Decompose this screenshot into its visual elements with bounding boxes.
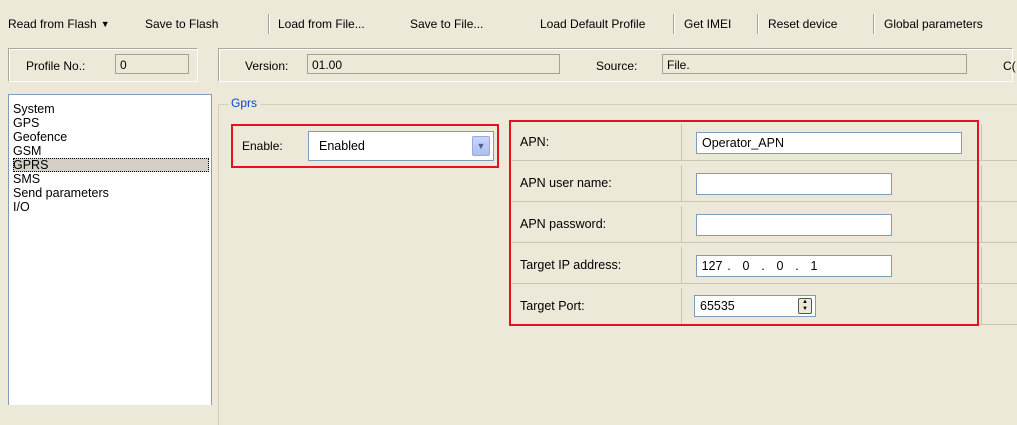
nav-item-gprs[interactable]: GPRS bbox=[13, 158, 209, 172]
profile-info-bar: Profile No.: 0 Version: 01.00 Source: Fi… bbox=[0, 44, 1017, 86]
toolbar: Read from Flash ▼ Save to Flash Load from… bbox=[0, 0, 1017, 45]
toolbar-separator bbox=[757, 14, 759, 34]
profile-label: Profile No.: bbox=[26, 59, 86, 73]
nav-item-system[interactable]: System bbox=[13, 102, 211, 116]
load-from-file-button[interactable]: Load from File... bbox=[278, 16, 365, 32]
parameters-highlight-box bbox=[509, 120, 979, 326]
read-from-flash-button[interactable]: Read from Flash ▼ bbox=[8, 16, 110, 32]
toolbar-separator bbox=[873, 14, 875, 34]
nav-item-gps[interactable]: GPS bbox=[13, 116, 211, 130]
nav-item-sms[interactable]: SMS bbox=[13, 172, 211, 186]
gprs-group-title: Gprs bbox=[228, 95, 261, 111]
truncated-label: C( bbox=[1003, 59, 1016, 73]
get-imei-button[interactable]: Get IMEI bbox=[684, 16, 731, 32]
nav-item-geofence[interactable]: Geofence bbox=[13, 130, 211, 144]
load-default-profile-button[interactable]: Load Default Profile bbox=[540, 16, 645, 32]
settings-category-list[interactable]: System GPS Geofence GSM GPRS SMS Send pa… bbox=[8, 94, 212, 405]
save-to-flash-button[interactable]: Save to Flash bbox=[145, 16, 218, 32]
nav-item-send-parameters[interactable]: Send parameters bbox=[13, 186, 211, 200]
global-parameters-button[interactable]: Global parameters bbox=[884, 16, 983, 32]
dropdown-arrow-icon[interactable]: ▼ bbox=[101, 16, 110, 32]
toolbar-separator bbox=[673, 14, 675, 34]
save-to-file-button[interactable]: Save to File... bbox=[410, 16, 483, 32]
toolbar-separator bbox=[268, 14, 270, 34]
enable-dropdown[interactable]: Enabled ▼ bbox=[308, 131, 494, 161]
nav-item-gsm[interactable]: GSM bbox=[13, 144, 211, 158]
read-from-flash-label: Read from Flash bbox=[8, 17, 97, 31]
profile-number-field: 0 bbox=[115, 54, 189, 74]
reset-device-button[interactable]: Reset device bbox=[768, 16, 837, 32]
version-field: 01.00 bbox=[307, 54, 560, 74]
source-field: File. bbox=[662, 54, 967, 74]
enable-label: Enable: bbox=[242, 139, 283, 153]
chevron-down-icon[interactable]: ▼ bbox=[472, 136, 490, 156]
nav-item-io[interactable]: I/O bbox=[13, 200, 211, 214]
enable-dropdown-value: Enabled bbox=[319, 139, 365, 153]
version-label: Version: bbox=[245, 59, 289, 73]
source-label: Source: bbox=[596, 59, 638, 73]
